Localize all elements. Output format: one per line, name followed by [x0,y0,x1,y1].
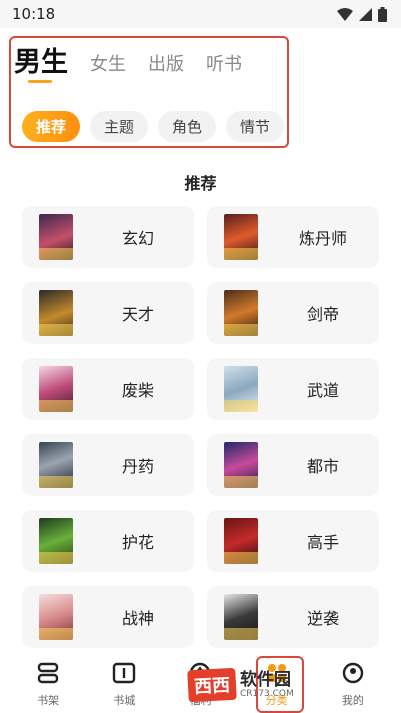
category-card[interactable]: 玄幻 [22,206,194,268]
book-cover [224,594,258,640]
bookshelf-icon [35,660,61,686]
highlight-box-header [9,36,289,148]
book-cover [39,518,73,564]
category-card[interactable]: 丹药 [22,434,194,496]
category-card[interactable]: 废柴 [22,358,194,420]
book-cover [39,290,73,336]
category-label: 逆袭 [306,609,339,628]
category-card[interactable]: 都市 [207,434,379,496]
nav-bookshelf[interactable]: 书架 [18,660,78,713]
category-label: 高手 [306,533,339,552]
watermark-logo: 西西 软件园 CR173.COM [187,660,388,710]
book-cover [39,366,73,412]
book-cover [39,442,73,488]
category-label: 废柴 [121,381,154,400]
status-time: 10:18 [12,5,56,23]
watermark-sub: CR173.COM [240,689,294,699]
category-card[interactable]: 天才 [22,282,194,344]
category-label: 炼丹师 [298,229,347,248]
category-label: 护花 [121,533,154,552]
signal-icon [359,7,372,21]
category-label: 天才 [121,305,154,324]
book-cover [224,366,258,412]
category-card[interactable]: 炼丹师 [207,206,379,268]
section-title: 推荐 [184,174,217,193]
category-card[interactable]: 剑帝 [207,282,379,344]
nav-label: 书城 [113,694,136,707]
wifi-icon [337,7,353,21]
nav-label: 书架 [37,694,60,707]
status-icons [337,6,387,22]
category-label: 都市 [306,457,339,476]
status-bar: 10:18 [0,0,401,28]
category-grid: 玄幻 炼丹师 天才 剑帝 废柴 武道 丹药 都市 护花 高手 战神 逆袭 [22,206,379,648]
watermark-text-group: 软件园 CR173.COM [240,671,294,699]
book-cover [224,290,258,336]
book-cover [39,594,73,640]
book-cover [39,214,73,260]
category-card[interactable]: 高手 [207,510,379,572]
watermark-text: 软件园 [240,670,291,690]
category-label: 丹药 [121,457,154,476]
watermark-badge: 西西 [187,667,237,703]
bookstore-icon [111,660,137,686]
category-label: 玄幻 [121,229,154,248]
category-card[interactable]: 战神 [22,586,194,648]
category-card[interactable]: 逆袭 [207,586,379,648]
battery-icon [378,6,387,22]
book-cover [224,442,258,488]
category-card[interactable]: 护花 [22,510,194,572]
category-card[interactable]: 武道 [207,358,379,420]
book-cover [224,214,258,260]
nav-bookstore[interactable]: 书城 [94,660,154,713]
category-label: 武道 [306,381,339,400]
book-cover [224,518,258,564]
category-label: 剑帝 [306,305,339,324]
category-label: 战神 [121,609,154,628]
